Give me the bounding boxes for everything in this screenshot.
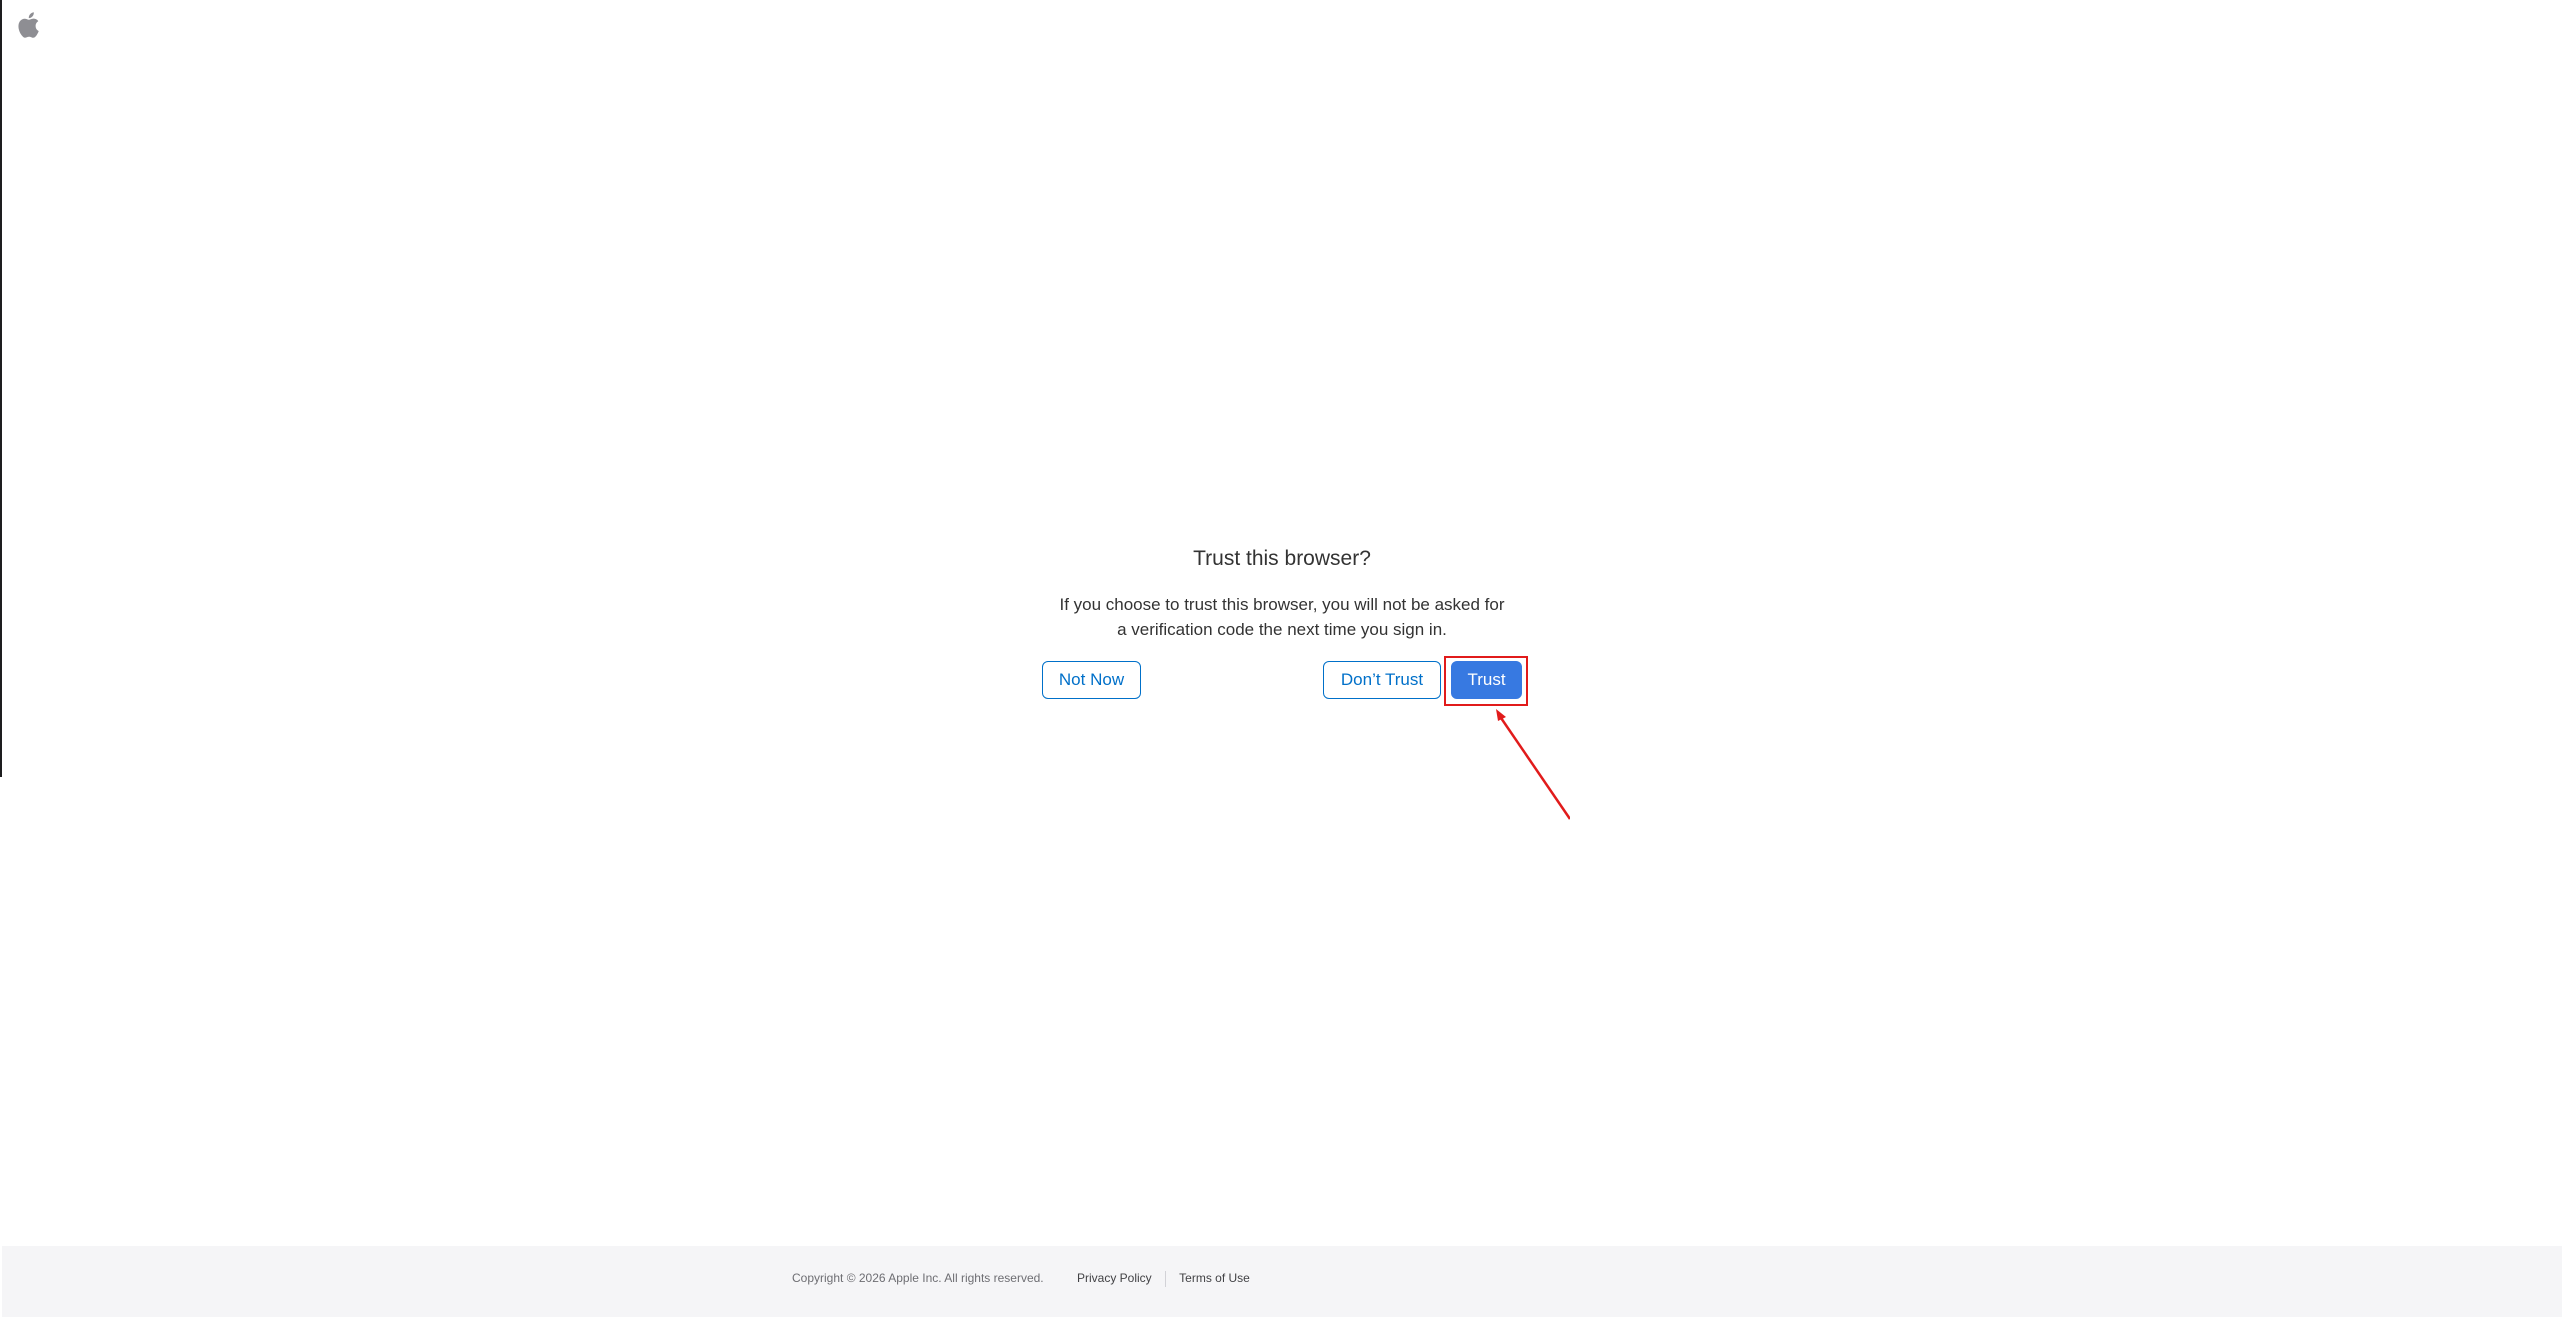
dont-trust-button[interactable]: Don’t Trust	[1323, 661, 1441, 699]
footer: Copyright © 2026 Apple Inc. All rights r…	[2, 1246, 2562, 1317]
dialog-buttons: Not Now Don’t Trust Trust	[1040, 660, 1524, 700]
not-now-button[interactable]: Not Now	[1042, 661, 1141, 699]
footer-divider	[1165, 1270, 1167, 1287]
footer-content: Copyright © 2026 Apple Inc. All rights r…	[792, 1268, 1250, 1288]
window-edge	[0, 0, 2, 777]
dialog-message: If you choose to trust this browser, you…	[1040, 592, 1524, 642]
privacy-policy-link[interactable]: Privacy Policy	[1077, 1271, 1152, 1285]
trust-browser-dialog: Trust this browser? If you choose to tru…	[1040, 540, 1524, 699]
copyright-text: Copyright © 2026 Apple Inc. All rights r…	[792, 1271, 1044, 1285]
dialog-message-line2: a verification code the next time you si…	[1117, 620, 1447, 639]
terms-of-use-link[interactable]: Terms of Use	[1179, 1271, 1250, 1285]
annotation-arrow-icon	[1496, 709, 1570, 820]
apple-logo-icon[interactable]	[16, 10, 40, 40]
dialog-title: Trust this browser?	[1193, 547, 1371, 570]
page: Trust this browser? If you choose to tru…	[0, 0, 2562, 1317]
trust-button[interactable]: Trust	[1451, 661, 1522, 699]
dialog-message-line1: If you choose to trust this browser, you…	[1059, 595, 1505, 614]
